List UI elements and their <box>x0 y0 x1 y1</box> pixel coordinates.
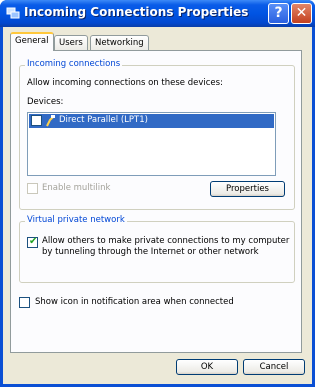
title-bar[interactable]: Incoming Connections Properties ? ✕ <box>0 0 315 27</box>
incoming-connections-label: Incoming connections <box>25 59 123 69</box>
devices-label: Devices: <box>27 97 64 107</box>
tab-networking[interactable]: Networking <box>90 35 149 50</box>
dialog-window: Incoming Connections Properties ? ✕ Gene… <box>0 0 315 387</box>
general-tab-panel: Incoming connections Allow incoming conn… <box>10 50 302 353</box>
allow-vpn-line2: by tunneling through the Internet or oth… <box>42 247 259 257</box>
multilink-label: Enable multilink <box>42 183 111 193</box>
parallel-cable-icon <box>46 115 55 127</box>
devices-listbox[interactable]: Direct Parallel (LPT1) <box>27 112 276 176</box>
device-item-direct-parallel[interactable]: Direct Parallel (LPT1) <box>29 114 274 128</box>
allow-vpn-line1: Allow others to make private connections… <box>42 236 290 246</box>
notify-label: Show icon in notification area when conn… <box>35 297 234 307</box>
vpn-group: Virtual private network ✔ Allow others t… <box>19 215 295 283</box>
ok-button[interactable]: OK <box>176 359 238 375</box>
incoming-connections-group: Incoming connections Allow incoming conn… <box>19 59 295 210</box>
incoming-description: Allow incoming connections on these devi… <box>27 78 223 88</box>
device-checkbox[interactable] <box>31 115 42 126</box>
window-title: Incoming Connections Properties <box>24 5 249 19</box>
checkmark-icon: ✔ <box>29 236 38 247</box>
network-connection-icon <box>6 7 20 19</box>
close-button[interactable]: ✕ <box>291 3 312 24</box>
vpn-group-label: Virtual private network <box>25 215 127 225</box>
properties-button[interactable]: Properties <box>210 181 285 197</box>
tab-users[interactable]: Users <box>54 35 88 50</box>
allow-vpn-checkbox[interactable]: ✔ <box>27 236 38 248</box>
tab-general[interactable]: General <box>10 32 54 51</box>
dialog-client-area: General Users Networking Incoming connec… <box>3 27 312 384</box>
cancel-button[interactable]: Cancel <box>243 359 305 375</box>
device-label: Direct Parallel (LPT1) <box>59 115 148 125</box>
notify-checkbox[interactable] <box>19 297 30 308</box>
help-button[interactable]: ? <box>268 3 289 24</box>
multilink-checkbox[interactable] <box>27 183 38 194</box>
